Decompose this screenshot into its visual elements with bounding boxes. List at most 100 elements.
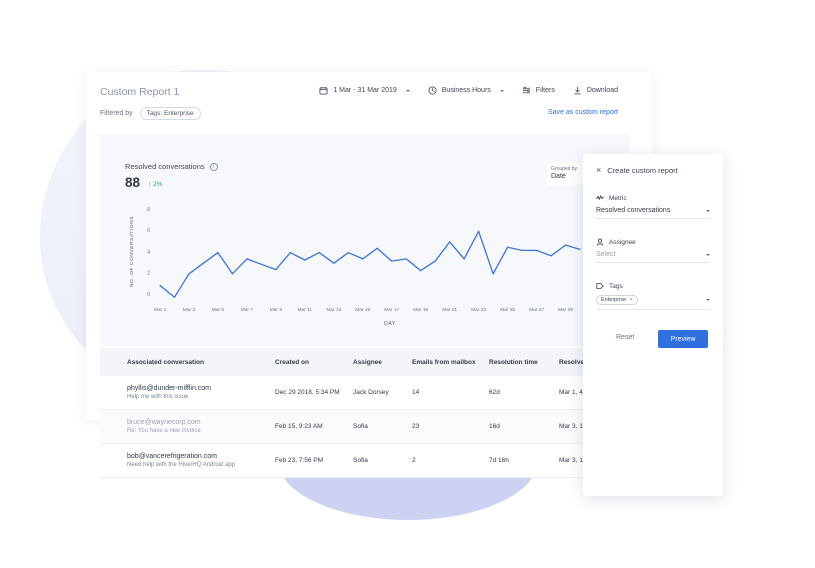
- calendar-icon: [319, 86, 328, 95]
- x-axis-label: DAY: [384, 321, 396, 327]
- column-header[interactable]: Emails from mailbox: [412, 359, 476, 366]
- resolution-cell: 7d 16h: [489, 457, 509, 464]
- user-icon: [596, 238, 604, 246]
- data-point: [246, 258, 248, 260]
- column-header[interactable]: Resolve: [559, 359, 584, 366]
- data-point: [188, 273, 190, 275]
- panel-title: Create custom report: [607, 165, 678, 175]
- table-row[interactable]: bruce@waynecorp.com Re: You have a new i…: [100, 410, 630, 444]
- x-tick-label: Mar 11: [298, 307, 313, 313]
- column-header[interactable]: Associated conversation: [127, 359, 204, 366]
- conversation-cell: bruce@waynecorp.com Re: You have a new i…: [127, 419, 201, 434]
- resolved-cell: Mar 1, 4: [559, 389, 583, 396]
- conversation-email[interactable]: bruce@waynecorp.com: [127, 419, 201, 426]
- data-point: [362, 258, 364, 260]
- y-tick-label: 4: [147, 249, 150, 255]
- data-point: [564, 244, 567, 246]
- hours-picker[interactable]: Business Hours: [428, 86, 504, 95]
- create-report-panel: × Create custom report Metric Resolved c…: [583, 154, 723, 496]
- data-point: [275, 268, 277, 271]
- data-point: [463, 258, 465, 260]
- hours-label: Business Hours: [441, 87, 491, 94]
- line-chart: 0 2 4 6 8 Mar 1 Mar 3 Mar 5 Mar 7 Mar 9 Mar 11 Mar …: [129, 207, 581, 327]
- data-point: [550, 255, 552, 257]
- column-header[interactable]: Created on: [275, 359, 309, 366]
- data-point: [420, 270, 422, 272]
- filtered-by-label: Filtered by: [100, 110, 133, 117]
- column-header[interactable]: Resolution time: [489, 359, 538, 366]
- table-row[interactable]: phyllis@dunder-mifflin.com Help me with …: [100, 376, 630, 410]
- created-cell: Dec 29 2018, 5:34 PM: [275, 389, 340, 396]
- tag-chip[interactable]: Enterprise ×: [596, 295, 638, 305]
- metric-field-label: Metric: [596, 194, 710, 202]
- x-tick-label: Mar 15: [355, 307, 370, 313]
- metric-select[interactable]: Resolved conversations: [596, 207, 710, 219]
- series-line: [159, 230, 581, 298]
- assignee-select[interactable]: Select: [596, 251, 710, 263]
- remove-tag-icon[interactable]: ×: [630, 297, 633, 303]
- data-point: [318, 251, 320, 254]
- conversation-subject: Help me with this issue: [127, 394, 189, 400]
- data-point: [289, 251, 291, 254]
- report-toolbar: 1 Mar - 31 Mar 2019 Business Hours Filte…: [319, 86, 618, 95]
- download-label: Download: [586, 87, 618, 94]
- created-cell: Feb 15, 9:23 AM: [275, 423, 323, 430]
- tag-icon: [596, 283, 604, 289]
- data-point: [521, 249, 523, 252]
- data-point: [347, 251, 349, 254]
- emails-cell: 14: [412, 389, 420, 396]
- x-tick-label: Mar 13: [326, 307, 341, 313]
- resolved-cell: Mar 3, 1: [559, 423, 583, 430]
- assignee-cell: Sofia: [353, 457, 368, 464]
- x-tick-label: Mar 21: [442, 307, 457, 313]
- chevron-down-icon: [706, 209, 710, 212]
- data-point: [217, 251, 219, 254]
- table-header: Associated conversation Created on Assig…: [100, 348, 630, 376]
- x-tick-label: Mar 29: [558, 307, 573, 313]
- conversations-table: Associated conversation Created on Assig…: [100, 348, 630, 478]
- clock-icon: [428, 86, 437, 95]
- x-tick-label: Mar 9: [270, 307, 283, 313]
- conversation-email[interactable]: phyllis@dunder-mifflin.com: [127, 385, 211, 392]
- data-point: [535, 249, 538, 252]
- metric-field-label-text: Metric: [609, 194, 627, 202]
- filters-button[interactable]: Filters: [522, 86, 555, 95]
- assignee-cell: Sofia: [353, 423, 368, 430]
- date-range-picker[interactable]: 1 Mar - 31 Mar 2019: [319, 86, 410, 95]
- assignee-field: Assignee Select: [596, 238, 710, 263]
- data-point: [304, 259, 306, 261]
- resolved-cell: Mar 3, 1: [559, 457, 583, 464]
- filter-chip[interactable]: Tags: Enterprise: [139, 107, 201, 120]
- x-tick-label: Mar 23: [471, 307, 486, 313]
- emails-cell: 2: [412, 457, 416, 464]
- data-point: [579, 248, 581, 250]
- reset-button[interactable]: Reset: [616, 334, 634, 341]
- save-custom-report-link[interactable]: Save as custom report: [548, 109, 618, 116]
- data-point: [492, 273, 494, 275]
- tag-chip-label: Enterprise: [601, 297, 627, 303]
- assignee-select-placeholder: Select: [596, 251, 616, 258]
- filter-row: Filtered by Tags: Enterprise: [100, 107, 201, 120]
- data-point: [506, 246, 509, 248]
- created-cell: Feb 23, 7:56 PM: [275, 457, 324, 464]
- report-title: Custom Report 1: [100, 86, 180, 98]
- data-point: [391, 260, 393, 262]
- download-button[interactable]: Download: [573, 86, 618, 95]
- assignee-field-label: Assignee: [596, 238, 710, 246]
- x-tick-label: Mar 7: [241, 307, 254, 313]
- x-tick-label: Mar 25: [500, 307, 515, 313]
- conversation-email[interactable]: bob@vancerefrigeration.com: [127, 453, 235, 460]
- data-point: [449, 241, 451, 243]
- chart-panel: Resolved conversations i 88 ↑ 2% Grouped…: [100, 134, 630, 346]
- data-point: [159, 284, 161, 287]
- column-header[interactable]: Assignee: [353, 359, 382, 366]
- panel-header: × Create custom report: [596, 165, 678, 175]
- table-row[interactable]: bob@vancerefrigeration.com Need help wit…: [100, 444, 630, 478]
- emails-cell: 23: [412, 423, 420, 430]
- assignee-cell: Jack Dorsey: [353, 389, 389, 396]
- tags-select[interactable]: Enterprise ×: [596, 295, 710, 310]
- close-icon[interactable]: ×: [596, 165, 601, 175]
- data-point: [231, 273, 234, 275]
- preview-button[interactable]: Preview: [658, 330, 708, 348]
- x-tick-label: Mar 19: [413, 307, 428, 313]
